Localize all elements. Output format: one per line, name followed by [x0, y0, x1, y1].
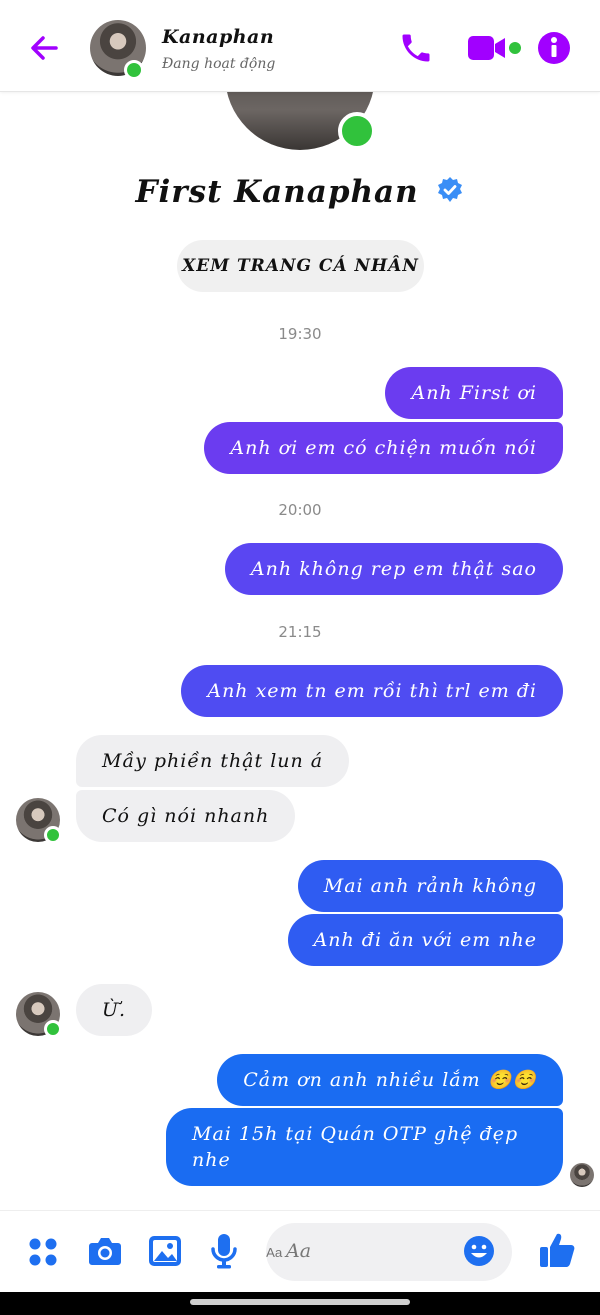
like-icon[interactable] — [538, 1231, 576, 1269]
image-icon[interactable] — [148, 1235, 182, 1267]
microphone-icon[interactable] — [210, 1233, 238, 1269]
verified-badge-icon — [438, 176, 463, 202]
outgoing-message[interactable]: Anh ơi em có chiện muốn nói — [204, 422, 563, 474]
incoming-message[interactable]: Mầy phiền thật lun á — [76, 735, 350, 787]
outgoing-message[interactable]: Anh First ơi — [385, 367, 563, 419]
timestamp: 21:15 — [278, 623, 322, 641]
message-line: nhe — [192, 1149, 231, 1171]
contact-status: Đang hoạt động — [162, 56, 276, 72]
profile-name-row: First Kanaphan — [0, 174, 600, 210]
apps-icon[interactable] — [28, 1237, 58, 1267]
outgoing-message[interactable]: Cảm ơn anh nhiều lắm ☺️☺️ — [217, 1054, 563, 1106]
message-line: Mai 15h tại Quán OTP ghệ đẹp — [192, 1123, 519, 1145]
camera-icon[interactable] — [88, 1235, 122, 1267]
view-profile-button[interactable]: XEM TRANG CÁ NHÂN — [177, 240, 424, 292]
phone-icon[interactable] — [398, 30, 434, 66]
contact-name[interactable]: Kanaphan — [162, 26, 274, 48]
emoji-icon[interactable] — [463, 1235, 495, 1267]
profile-online-indicator — [338, 112, 376, 150]
online-indicator — [44, 1020, 62, 1038]
online-indicator — [124, 60, 144, 80]
profile-name: First Kanaphan — [135, 174, 419, 210]
chat-header: Kanaphan Đang hoạt động — [0, 0, 600, 92]
video-icon[interactable] — [466, 32, 524, 64]
incoming-message[interactable]: Ừ. — [76, 984, 153, 1036]
timestamp: 19:30 — [278, 325, 322, 343]
info-icon[interactable] — [536, 30, 572, 66]
message-input-placeholder: Aa — [286, 1240, 312, 1262]
seen-avatar — [570, 1163, 594, 1187]
incoming-message[interactable]: Có gì nói nhanh — [76, 790, 296, 842]
outgoing-message[interactable]: Anh không rep em thật sao — [224, 543, 563, 595]
home-indicator[interactable] — [190, 1299, 410, 1305]
outgoing-message[interactable]: Anh xem tn em rồi thì trl em đi — [181, 665, 563, 717]
online-indicator — [44, 826, 62, 844]
outgoing-message[interactable]: Mai 15h tại Quán OTP ghệ đẹp nhe — [166, 1108, 563, 1186]
outgoing-message[interactable]: Mai anh rảnh không — [297, 860, 563, 912]
back-arrow-icon[interactable] — [26, 30, 62, 66]
outgoing-message[interactable]: Anh đi ăn với em nhe — [287, 914, 563, 966]
timestamp: 20:00 — [278, 501, 322, 519]
